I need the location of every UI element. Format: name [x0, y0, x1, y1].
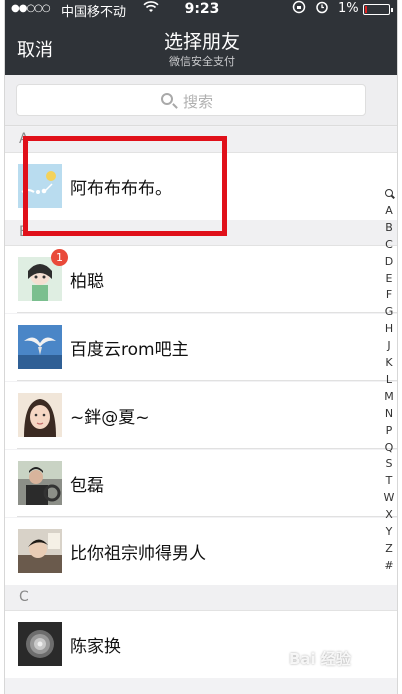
contact-name: 比你祖宗帅得男人 — [70, 544, 206, 564]
index-letter[interactable]: B — [381, 220, 397, 237]
girl-portrait-avatar — [18, 393, 62, 437]
top-bar: ●●○○○ 中国移不动 9:23 1% 取消 选择朋友 微信安全支付 — [5, 0, 397, 75]
contact-name: 阿布布布布。 — [70, 179, 172, 199]
index-letter[interactable]: F — [381, 287, 397, 304]
search-placeholder: 搜索 — [183, 93, 214, 111]
bird-avatar — [18, 164, 62, 208]
index-letter[interactable]: P — [381, 423, 397, 440]
index-letter[interactable]: Q — [381, 440, 397, 457]
index-letter[interactable]: A — [381, 203, 397, 220]
contact-name: 包磊 — [70, 476, 104, 496]
section-header-a: A — [5, 127, 397, 153]
contact-name: 陈家换 — [70, 637, 121, 657]
index-letter[interactable]: Z — [381, 541, 397, 558]
index-letter[interactable]: J — [381, 338, 397, 355]
contact-row[interactable]: 百度云rom吧主 — [5, 314, 397, 381]
index-letter[interactable]: X — [381, 507, 397, 524]
index-letter[interactable]: L — [381, 372, 397, 389]
dark-portrait-avatar — [18, 529, 62, 573]
section-header-b: B — [5, 220, 397, 246]
rotation-lock-icon — [292, 0, 306, 18]
contact-picker-screen: ●●○○○ 中国移不动 9:23 1% 取消 选择朋友 微信安全支付 搜索 A — [4, 0, 398, 694]
flower-avatar — [18, 622, 62, 666]
index-letter[interactable]: C — [381, 237, 397, 254]
index-letter[interactable]: # — [381, 558, 397, 575]
unread-badge: 1 — [51, 249, 68, 266]
search-input[interactable]: 搜索 — [16, 84, 366, 116]
contact-row[interactable]: 比你祖宗帅得男人 — [5, 518, 397, 585]
page-subtitle: 微信安全支付 — [169, 55, 235, 68]
contact-name: 百度云rom吧主 — [70, 340, 189, 360]
index-letter[interactable]: E — [381, 271, 397, 288]
alarm-icon — [315, 0, 329, 18]
watermark: Bai 经验 — [289, 650, 351, 668]
contact-name: ~鉡@夏~ — [70, 408, 150, 428]
contact-row[interactable]: 阿布布布布。 — [5, 153, 397, 220]
index-letter[interactable]: Y — [381, 524, 397, 541]
index-letter[interactable]: M — [381, 389, 397, 406]
contact-row[interactable]: 1 柏聪 — [5, 246, 397, 313]
status-bar: ●●○○○ 中国移不动 9:23 1% — [5, 0, 397, 20]
section-header-c: C — [5, 585, 397, 611]
index-letter[interactable]: W — [381, 490, 397, 507]
index-letter[interactable]: N — [381, 406, 397, 423]
battery-icon — [363, 4, 393, 15]
search-area: 搜索 — [5, 75, 397, 126]
index-letter[interactable]: G — [381, 304, 397, 321]
index-letter[interactable]: T — [381, 473, 397, 490]
alphabet-index[interactable]: A B C D E F G H J K L M N P Q S T W X Y Z # — [381, 186, 397, 575]
index-search-icon[interactable] — [381, 186, 397, 203]
index-letter[interactable]: S — [381, 456, 397, 473]
contact-row[interactable]: ~鉡@夏~ — [5, 382, 397, 449]
driver-avatar — [18, 461, 62, 505]
contact-name: 柏聪 — [70, 272, 104, 292]
seagull-avatar — [18, 325, 62, 369]
page-title: 选择朋友 — [163, 31, 240, 53]
index-letter[interactable]: H — [381, 321, 397, 338]
index-letter[interactable]: D — [381, 254, 397, 271]
search-icon — [161, 93, 173, 105]
battery-percent: 1% — [338, 1, 359, 16]
contact-row[interactable]: 包磊 — [5, 450, 397, 517]
index-letter[interactable]: K — [381, 355, 397, 372]
